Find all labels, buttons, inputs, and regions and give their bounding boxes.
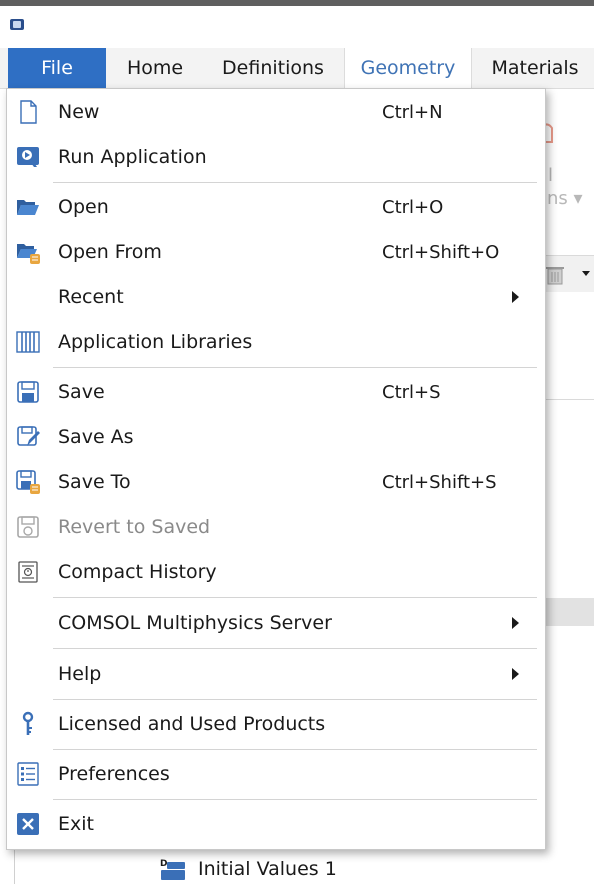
svg-text:D: D: [160, 859, 167, 869]
tab-definitions[interactable]: Definitions: [208, 48, 338, 88]
menu-separator: [53, 799, 537, 800]
menu-item-label: Save As: [58, 426, 134, 448]
menu-item-label: Save To: [58, 471, 131, 493]
menu-separator: [53, 699, 537, 700]
menu-item-licensed-products[interactable]: Licensed and Used Products: [7, 702, 545, 747]
file-menu: New Ctrl+N Run Application Open Ctrl+O O…: [6, 88, 546, 850]
menu-item-open[interactable]: Open Ctrl+O: [7, 185, 545, 230]
menu-item-shortcut: Ctrl+Shift+O: [382, 242, 500, 263]
menu-item-shortcut: Ctrl+Shift+S: [382, 472, 497, 493]
menu-item-label: Run Application: [58, 146, 207, 168]
save-to-icon: [16, 470, 40, 494]
title-bar: [0, 6, 594, 44]
menu-item-shortcut: Ctrl+O: [382, 197, 444, 218]
tree-item-initial-values[interactable]: D Initial Values 1: [160, 855, 337, 883]
menu-item-label: New: [58, 101, 100, 123]
ribbon-tab-bar: File Home Definitions Geometry Materials: [0, 48, 594, 89]
menu-item-save-as[interactable]: Save As: [7, 415, 545, 460]
menu-item-shortcut: Ctrl+N: [382, 102, 443, 123]
selected-row-band: [540, 598, 594, 626]
panel-divider: [540, 399, 594, 400]
tree-guide-line: [14, 848, 15, 884]
menu-separator: [53, 182, 537, 183]
menu-separator: [53, 597, 537, 598]
menu-item-compact-history[interactable]: Compact History: [7, 550, 545, 595]
menu-item-label: Open From: [58, 241, 162, 263]
menu-item-save-to[interactable]: Save To Ctrl+Shift+S: [7, 460, 545, 505]
open-folder-icon: [17, 200, 39, 215]
menu-item-help[interactable]: Help: [7, 652, 545, 697]
menu-item-label: Help: [58, 663, 102, 685]
menu-item-preferences[interactable]: Preferences: [7, 752, 545, 797]
menu-item-comsol-server[interactable]: COMSOL Multiphysics Server: [7, 601, 545, 646]
menu-item-label: Save: [58, 381, 105, 403]
key-icon: [22, 711, 34, 735]
menu-item-label: COMSOL Multiphysics Server: [58, 612, 332, 634]
chevron-down-icon[interactable]: [582, 271, 590, 277]
new-file-icon: [20, 100, 37, 124]
menu-item-new[interactable]: New Ctrl+N: [7, 90, 545, 135]
tab-materials[interactable]: Materials: [480, 48, 590, 88]
menu-item-label: Open: [58, 196, 109, 218]
menu-item-label: Exit: [58, 813, 94, 835]
submenu-arrow-icon: [512, 668, 519, 680]
save-icon: [17, 381, 39, 403]
menu-item-open-from[interactable]: Open From Ctrl+Shift+O: [7, 230, 545, 275]
exit-icon: [17, 813, 39, 835]
menu-item-label: Licensed and Used Products: [58, 713, 326, 735]
menu-item-shortcut: Ctrl+S: [382, 382, 441, 403]
menu-item-revert-to-saved: Revert to Saved: [7, 505, 545, 550]
menu-item-save[interactable]: Save Ctrl+S: [7, 370, 545, 415]
compact-history-icon: [18, 561, 38, 583]
toolbar-strip: [540, 255, 594, 292]
preferences-icon: [17, 762, 39, 786]
run-application-icon: [17, 147, 39, 167]
ribbon-ghost-label-1: l: [548, 165, 554, 186]
menu-separator: [53, 367, 537, 368]
delete-icon[interactable]: [544, 264, 566, 286]
menu-item-application-libraries[interactable]: Application Libraries: [7, 320, 545, 365]
application-libraries-icon: [16, 331, 40, 353]
menu-item-run-application[interactable]: Run Application: [7, 135, 545, 180]
menu-item-label: Application Libraries: [58, 331, 253, 353]
initial-values-icon: D: [160, 859, 185, 880]
submenu-arrow-icon: [512, 291, 519, 303]
tree-item-label: Initial Values 1: [198, 858, 337, 880]
open-from-icon: [17, 244, 40, 264]
save-as-icon: [17, 426, 40, 446]
menu-item-label: Revert to Saved: [58, 516, 211, 538]
tab-file[interactable]: File: [8, 48, 106, 88]
menu-item-label: Preferences: [58, 763, 170, 785]
menu-item-recent[interactable]: Recent: [7, 275, 545, 320]
menu-item-exit[interactable]: Exit: [7, 802, 545, 847]
menu-item-label: Compact History: [58, 561, 217, 583]
tab-geometry[interactable]: Geometry: [344, 48, 472, 89]
revert-icon: [17, 516, 39, 538]
menu-item-label: Recent: [58, 286, 124, 308]
menu-separator: [53, 749, 537, 750]
menu-separator: [53, 648, 537, 649]
comsol-app-icon: [10, 19, 24, 30]
tab-home[interactable]: Home: [114, 48, 196, 88]
submenu-arrow-icon: [512, 617, 519, 629]
